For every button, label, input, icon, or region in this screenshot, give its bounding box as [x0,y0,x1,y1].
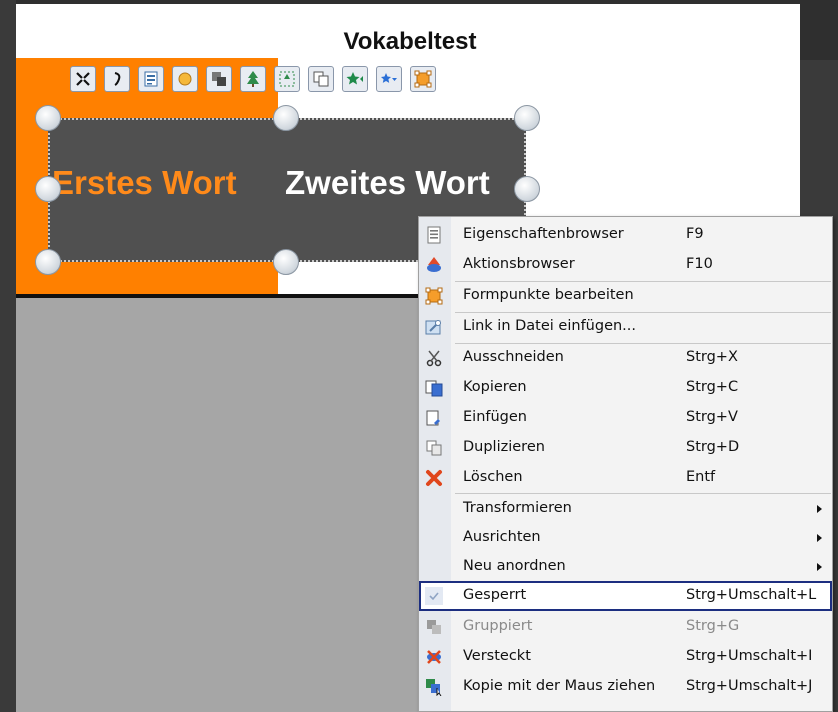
menu-item-hidden[interactable]: Versteckt Strg+Umschalt+I [419,643,832,671]
star-left-icon[interactable] [342,66,368,92]
resize-handle-left[interactable] [35,176,61,202]
drag-copy-icon [426,679,442,696]
group-icon [427,620,441,634]
action-browser-icon [427,257,441,272]
menu-item-insert-link[interactable]: Link in Datei einfügen... [419,313,832,341]
properties-browser-icon [427,226,441,244]
object-toolbar [70,66,436,92]
left-margin [0,0,16,712]
resize-handle-bottom[interactable] [273,249,299,275]
menu-item-shortcut: Strg+X [686,349,738,365]
menu-item-label: Kopieren [463,379,527,395]
first-word[interactable]: Erstes Wort [52,164,237,202]
menu-item-cut[interactable]: Ausschneiden Strg+X [419,344,832,372]
duplicate-icon[interactable] [308,66,334,92]
menu-item-label: Duplizieren [463,439,545,455]
paste-icon [426,410,440,426]
submenu-arrow-icon [817,534,822,542]
menu-item-label: Transformieren [463,500,572,516]
menu-item-shortcut: Strg+Umschalt+I [686,648,813,664]
tree-icon[interactable] [240,66,266,92]
check-icon [425,587,443,605]
duplicate-icon [426,440,442,456]
hidden-icon [427,650,441,664]
menu-item-label: Neu anordnen [463,558,566,574]
delete-icon [426,470,442,486]
menu-item-label: Formpunkte bearbeiten [463,287,634,303]
menu-item-label: Gesperrt [463,587,527,603]
resize-handle-top[interactable] [273,105,299,131]
scissors-icon [426,350,442,367]
menu-item-label: Eigenschaftenbrowser [463,226,624,242]
menu-separator [455,493,831,494]
menu-item-delete[interactable]: Löschen Entf [419,464,832,492]
context-menu: Eigenschaftenbrowser F9 Aktionsbrowser F… [418,216,833,712]
link-icon [425,320,441,335]
bracket-icon[interactable] [104,66,130,92]
shape-points-icon[interactable] [410,66,436,92]
menu-item-label: Link in Datei einfügen... [463,318,637,334]
menu-item-label: Ausrichten [463,529,541,545]
menu-item-properties-browser[interactable]: Eigenschaftenbrowser F9 [419,221,832,249]
menu-item-shortcut: Strg+G [686,618,740,634]
menu-item-label: Gruppiert [463,618,533,634]
menu-item-shortcut: Strg+Umschalt+L [686,587,817,603]
slide-title[interactable]: Vokabeltest [300,28,520,56]
menu-item-label: Ausschneiden [463,349,564,365]
tree-select-icon[interactable] [274,66,300,92]
resize-handle-top-right[interactable] [514,105,540,131]
menu-item-label: Einfügen [463,409,527,425]
corner-panel [800,0,838,60]
fit-icon[interactable] [70,66,96,92]
shape-points-icon [425,287,443,305]
menu-item-shortcut: Strg+D [686,439,740,455]
copy-icon [425,380,443,397]
submenu-arrow-icon [817,505,822,513]
menu-item-shortcut: Entf [686,469,716,485]
menu-item-grouped: Gruppiert Strg+G [419,613,832,641]
menu-item-shortcut: Strg+V [686,409,738,425]
menu-item-action-browser[interactable]: Aktionsbrowser F10 [419,251,832,279]
menu-item-label: Versteckt [463,648,531,664]
menu-item-transform[interactable]: Transformieren [419,495,832,523]
menu-item-edit-shape-points[interactable]: Formpunkte bearbeiten [419,282,832,310]
menu-item-shortcut: F10 [686,256,713,272]
overlap-icon[interactable] [206,66,232,92]
menu-item-duplicate[interactable]: Duplizieren Strg+D [419,434,832,462]
menu-item-drag-copy[interactable]: Kopie mit der Maus ziehen Strg+Umschalt+… [419,673,832,701]
menu-item-shortcut: Strg+C [686,379,739,395]
menu-item-label: Aktionsbrowser [463,256,575,272]
sun-icon[interactable] [172,66,198,92]
menu-item-align[interactable]: Ausrichten [419,524,832,552]
menu-item-label: Löschen [463,469,523,485]
second-word[interactable]: Zweites Wort [285,164,490,202]
menu-item-shortcut: F9 [686,226,704,242]
resize-handle-top-left[interactable] [35,105,61,131]
star-down-icon[interactable] [376,66,402,92]
menu-item-shortcut: Strg+Umschalt+J [686,678,813,694]
menu-item-locked[interactable]: Gesperrt Strg+Umschalt+L [419,581,832,611]
submenu-arrow-icon [817,563,822,571]
resize-handle-bottom-left[interactable] [35,249,61,275]
menu-item-rearrange[interactable]: Neu anordnen [419,553,832,581]
properties-icon[interactable] [138,66,164,92]
resize-handle-right[interactable] [514,176,540,202]
menu-item-paste[interactable]: Einfügen Strg+V [419,404,832,432]
menu-item-copy[interactable]: Kopieren Strg+C [419,374,832,402]
menu-item-label: Kopie mit der Maus ziehen [463,678,656,694]
